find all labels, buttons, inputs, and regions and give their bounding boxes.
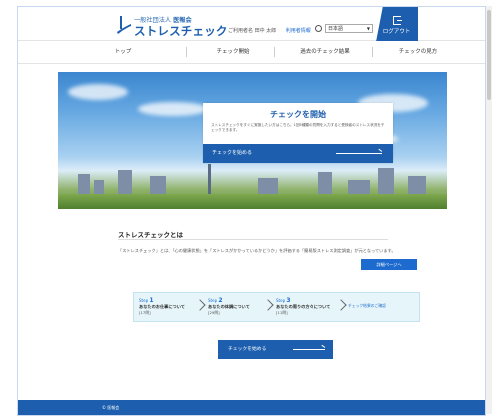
building (118, 170, 132, 194)
divider (118, 239, 388, 240)
nav-divider (372, 47, 373, 57)
footer-copyright: © 医報会 (102, 405, 120, 410)
step-2: Step 2 あなたの体調について [29問] (208, 297, 250, 315)
user-greeting: ご利用者名 田中 太郎 利用者情報 (228, 28, 311, 34)
step-3: Step 3 あなたの周りの方々について [11問] (276, 297, 331, 315)
building (408, 176, 426, 194)
scrollbar-thumb[interactable] (487, 10, 491, 100)
global-nav: トップ チェック開始 過去のチェック結果 チェックの見方 (18, 41, 485, 64)
hero-start-check-button[interactable]: チェックを始める (203, 144, 393, 163)
nav-item-how-to-read[interactable]: チェックの見方 (378, 41, 458, 63)
building (150, 176, 166, 194)
language-selector[interactable]: 日本語 ▼ (315, 23, 373, 33)
hero-title: チェックを開始 (270, 110, 326, 119)
start-check-button[interactable]: チェックを始める (218, 340, 333, 359)
cloud (138, 102, 208, 116)
about-description: 「ストレスチェック」とは、「心の健康状態」を「ストレスがかかっているかどうか」を… (118, 248, 396, 253)
building (318, 172, 332, 194)
site-logo[interactable]: 一般社団法人 医報会 ストレスチェック (116, 13, 228, 38)
chevron-right-icon (335, 299, 347, 311)
arrow-right-icon (336, 153, 382, 154)
building (348, 180, 370, 194)
building (378, 168, 394, 194)
step-1: Step 1 あなたのお仕事について [17問] (139, 297, 185, 315)
chevron-right-icon (262, 299, 274, 311)
language-select[interactable]: 日本語 ▼ (325, 23, 373, 33)
arrow-right-icon (293, 349, 325, 350)
hero-card: チェックを開始 ストレスチェックをすぐに実施したい方はこちら。1回5種類の質問を… (203, 103, 393, 163)
cloud (68, 84, 128, 100)
chevron-right-icon (194, 299, 206, 311)
detail-page-button[interactable]: 詳細ページへ (361, 259, 417, 270)
building (94, 180, 104, 194)
steps-panel: Step 1 あなたのお仕事について [17問] Step 2 あなたの体調につ… (133, 292, 420, 322)
nav-item-check-start[interactable]: チェック開始 (198, 41, 268, 63)
globe-icon (315, 24, 322, 32)
hero-description: ストレスチェックをすぐに実施したい方はこちら。1回5種類の質問を入力すると受検者… (211, 123, 385, 132)
account-link[interactable]: 利用者情報 (286, 28, 311, 34)
tower (208, 164, 211, 194)
nav-item-top[interactable]: トップ (88, 41, 158, 63)
footer: © 医報会 (18, 400, 485, 415)
chevron-down-icon: ▼ (366, 25, 370, 31)
logout-icon (392, 16, 402, 25)
logo-title: ストレスチェック (134, 24, 228, 38)
building (258, 178, 278, 194)
header: 一般社団法人 医報会 ストレスチェック ご利用者名 田中 太郎 利用者情報 日本… (18, 7, 485, 47)
logo-mark-icon (117, 16, 131, 34)
nav-item-past-results[interactable]: 過去のチェック結果 (280, 41, 370, 63)
nav-divider (186, 47, 187, 57)
grass (58, 194, 447, 209)
about-title: ストレスチェックとは (118, 231, 183, 239)
nav-divider (274, 47, 275, 57)
hero-banner: チェックを開始 ストレスチェックをすぐに実施したい方はこちら。1回5種類の質問を… (58, 72, 447, 209)
browser-page: 一般社団法人 医報会 ストレスチェック ご利用者名 田中 太郎 利用者情報 日本… (17, 6, 486, 416)
results-confirm-link[interactable]: チェック結果のご確認 (348, 303, 386, 309)
building (78, 174, 90, 194)
